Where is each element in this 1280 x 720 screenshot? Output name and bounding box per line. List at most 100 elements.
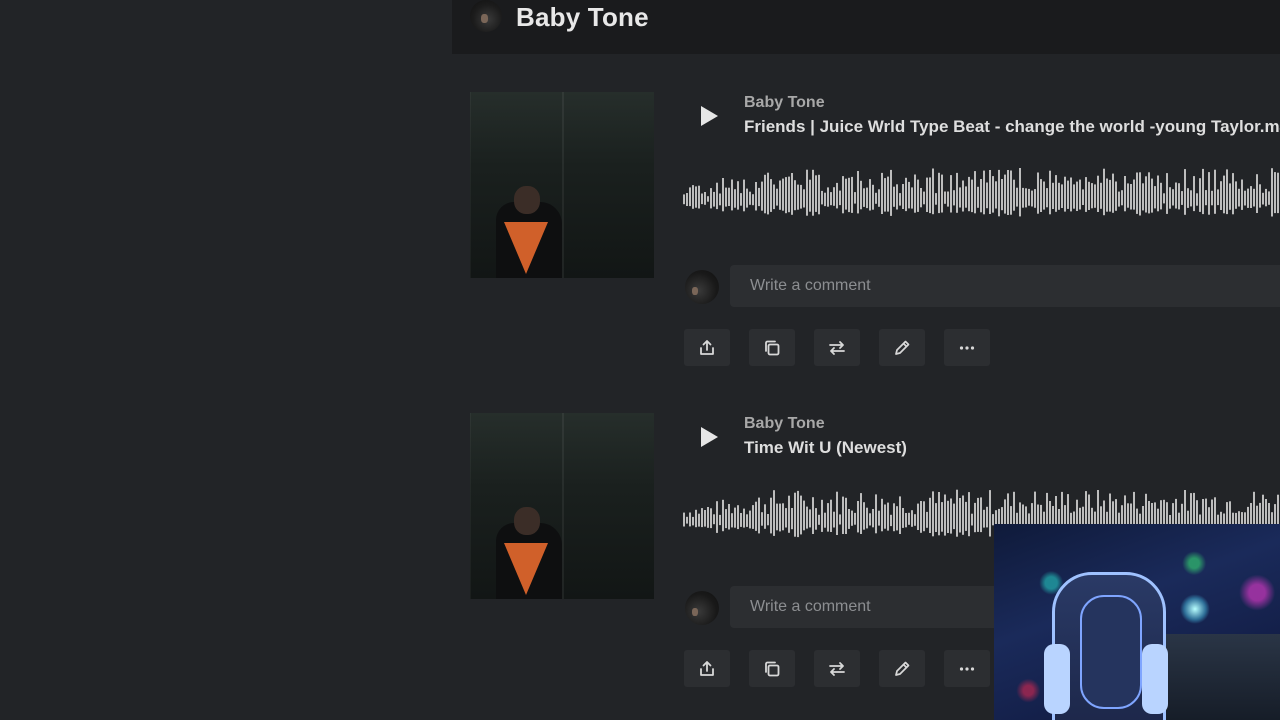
waveform-bar	[770, 179, 772, 212]
track-cover-image[interactable]	[470, 92, 654, 278]
track-actions	[684, 650, 990, 688]
share-button[interactable]	[684, 329, 730, 366]
waveform-bar	[1154, 186, 1156, 209]
waveform-bar	[854, 512, 856, 525]
copy-button[interactable]	[749, 650, 795, 687]
profile-avatar[interactable]	[470, 0, 502, 32]
waveform-bar	[818, 514, 820, 525]
waveform-bar	[830, 192, 832, 206]
waveform-bar	[1073, 184, 1075, 209]
edit-button[interactable]	[879, 329, 925, 366]
waveform-bar	[737, 505, 739, 530]
waveform-bar	[794, 180, 796, 211]
waveform-bar	[713, 191, 715, 207]
copy-icon	[765, 661, 780, 676]
track-waveform[interactable]	[683, 158, 1280, 224]
waveform-bar	[938, 172, 940, 214]
waveform-bar	[1061, 184, 1063, 208]
waveform-bar	[713, 514, 715, 525]
waveform-bar	[839, 514, 841, 525]
waveform-bar	[1256, 174, 1258, 213]
waveform-bar	[932, 168, 934, 215]
waveform-bar	[899, 193, 901, 206]
waveform-bar	[974, 502, 976, 533]
waveform-bar	[899, 496, 901, 534]
waveform-bar	[752, 194, 754, 206]
comment-input[interactable]	[730, 265, 1280, 307]
waveform-bar	[695, 186, 697, 208]
waveform-bar	[923, 191, 925, 205]
repost-button[interactable]	[814, 329, 860, 366]
waveform-bar	[704, 510, 706, 527]
more-button[interactable]	[944, 329, 990, 366]
waveform-bar	[851, 510, 853, 526]
waveform-bar	[785, 508, 787, 528]
waveform-bar	[953, 190, 955, 206]
copy-icon	[765, 340, 780, 355]
play-button[interactable]	[698, 104, 720, 128]
waveform-bar	[1199, 178, 1201, 212]
waveform-bar	[1172, 189, 1174, 206]
waveform-bar	[887, 502, 889, 531]
edit-button[interactable]	[879, 650, 925, 687]
waveform-bar	[914, 174, 916, 213]
waveform-bar	[1259, 184, 1261, 208]
waveform-bar	[1253, 188, 1255, 207]
copy-button[interactable]	[749, 329, 795, 366]
waveform-bar	[944, 191, 946, 204]
waveform-bar	[1235, 181, 1237, 209]
waveform-bar	[710, 508, 712, 529]
waveform-bar	[1166, 173, 1168, 214]
waveform-bar	[983, 509, 985, 528]
waveform-bar	[1094, 184, 1096, 208]
waveform-bar	[887, 176, 889, 212]
waveform-bar	[950, 498, 952, 534]
waveform-bar	[947, 191, 949, 207]
waveform-bar	[1157, 175, 1159, 212]
waveform-bar	[1211, 190, 1213, 206]
waveform-bar	[1244, 190, 1246, 206]
waveform-bar	[977, 497, 979, 532]
webcam-light	[1180, 594, 1210, 624]
waveform-bar	[986, 506, 988, 528]
more-button[interactable]	[944, 650, 990, 687]
waveform-bar	[878, 510, 880, 526]
waveform-bar	[881, 172, 883, 214]
waveform-bar	[842, 496, 844, 534]
waveform-bar	[968, 176, 970, 212]
play-button[interactable]	[698, 425, 720, 449]
waveform-bar	[770, 497, 772, 534]
waveform-bar	[773, 184, 775, 210]
waveform-bar	[1187, 188, 1189, 208]
waveform-bar	[995, 181, 997, 209]
waveform-bar	[1076, 181, 1078, 211]
waveform-bar	[1163, 193, 1165, 204]
waveform-bar	[953, 503, 955, 530]
waveform-bar	[902, 184, 904, 209]
track-title[interactable]: Friends | Juice Wrld Type Beat - change …	[744, 117, 1280, 137]
share-button[interactable]	[684, 650, 730, 687]
waveform-bar	[959, 187, 961, 208]
waveform-bar	[992, 176, 994, 213]
webcam-chair-inner	[1080, 595, 1142, 709]
track-artist[interactable]: Baby Tone	[744, 94, 825, 112]
waveform-bar	[950, 175, 952, 213]
waveform-bar	[755, 501, 757, 531]
repost-button[interactable]	[814, 650, 860, 687]
waveform-bar	[782, 503, 784, 531]
waveform-bar	[944, 494, 946, 536]
waveform-bar	[890, 514, 892, 527]
repost-icon	[829, 340, 845, 355]
waveform-bar	[737, 181, 739, 210]
track-artist[interactable]: Baby Tone	[744, 415, 825, 433]
waveform-bar	[986, 182, 988, 209]
waveform-bar	[1238, 188, 1240, 207]
waveform-bar	[1196, 193, 1198, 206]
waveform-bar	[824, 512, 826, 528]
waveform-bar	[1115, 181, 1117, 211]
track-title[interactable]: Time Wit U (Newest)	[744, 438, 907, 458]
waveform-bar	[788, 495, 790, 533]
track-cover-image[interactable]	[470, 413, 654, 599]
waveform-bar	[1064, 176, 1066, 212]
waveform-bar	[896, 506, 898, 531]
